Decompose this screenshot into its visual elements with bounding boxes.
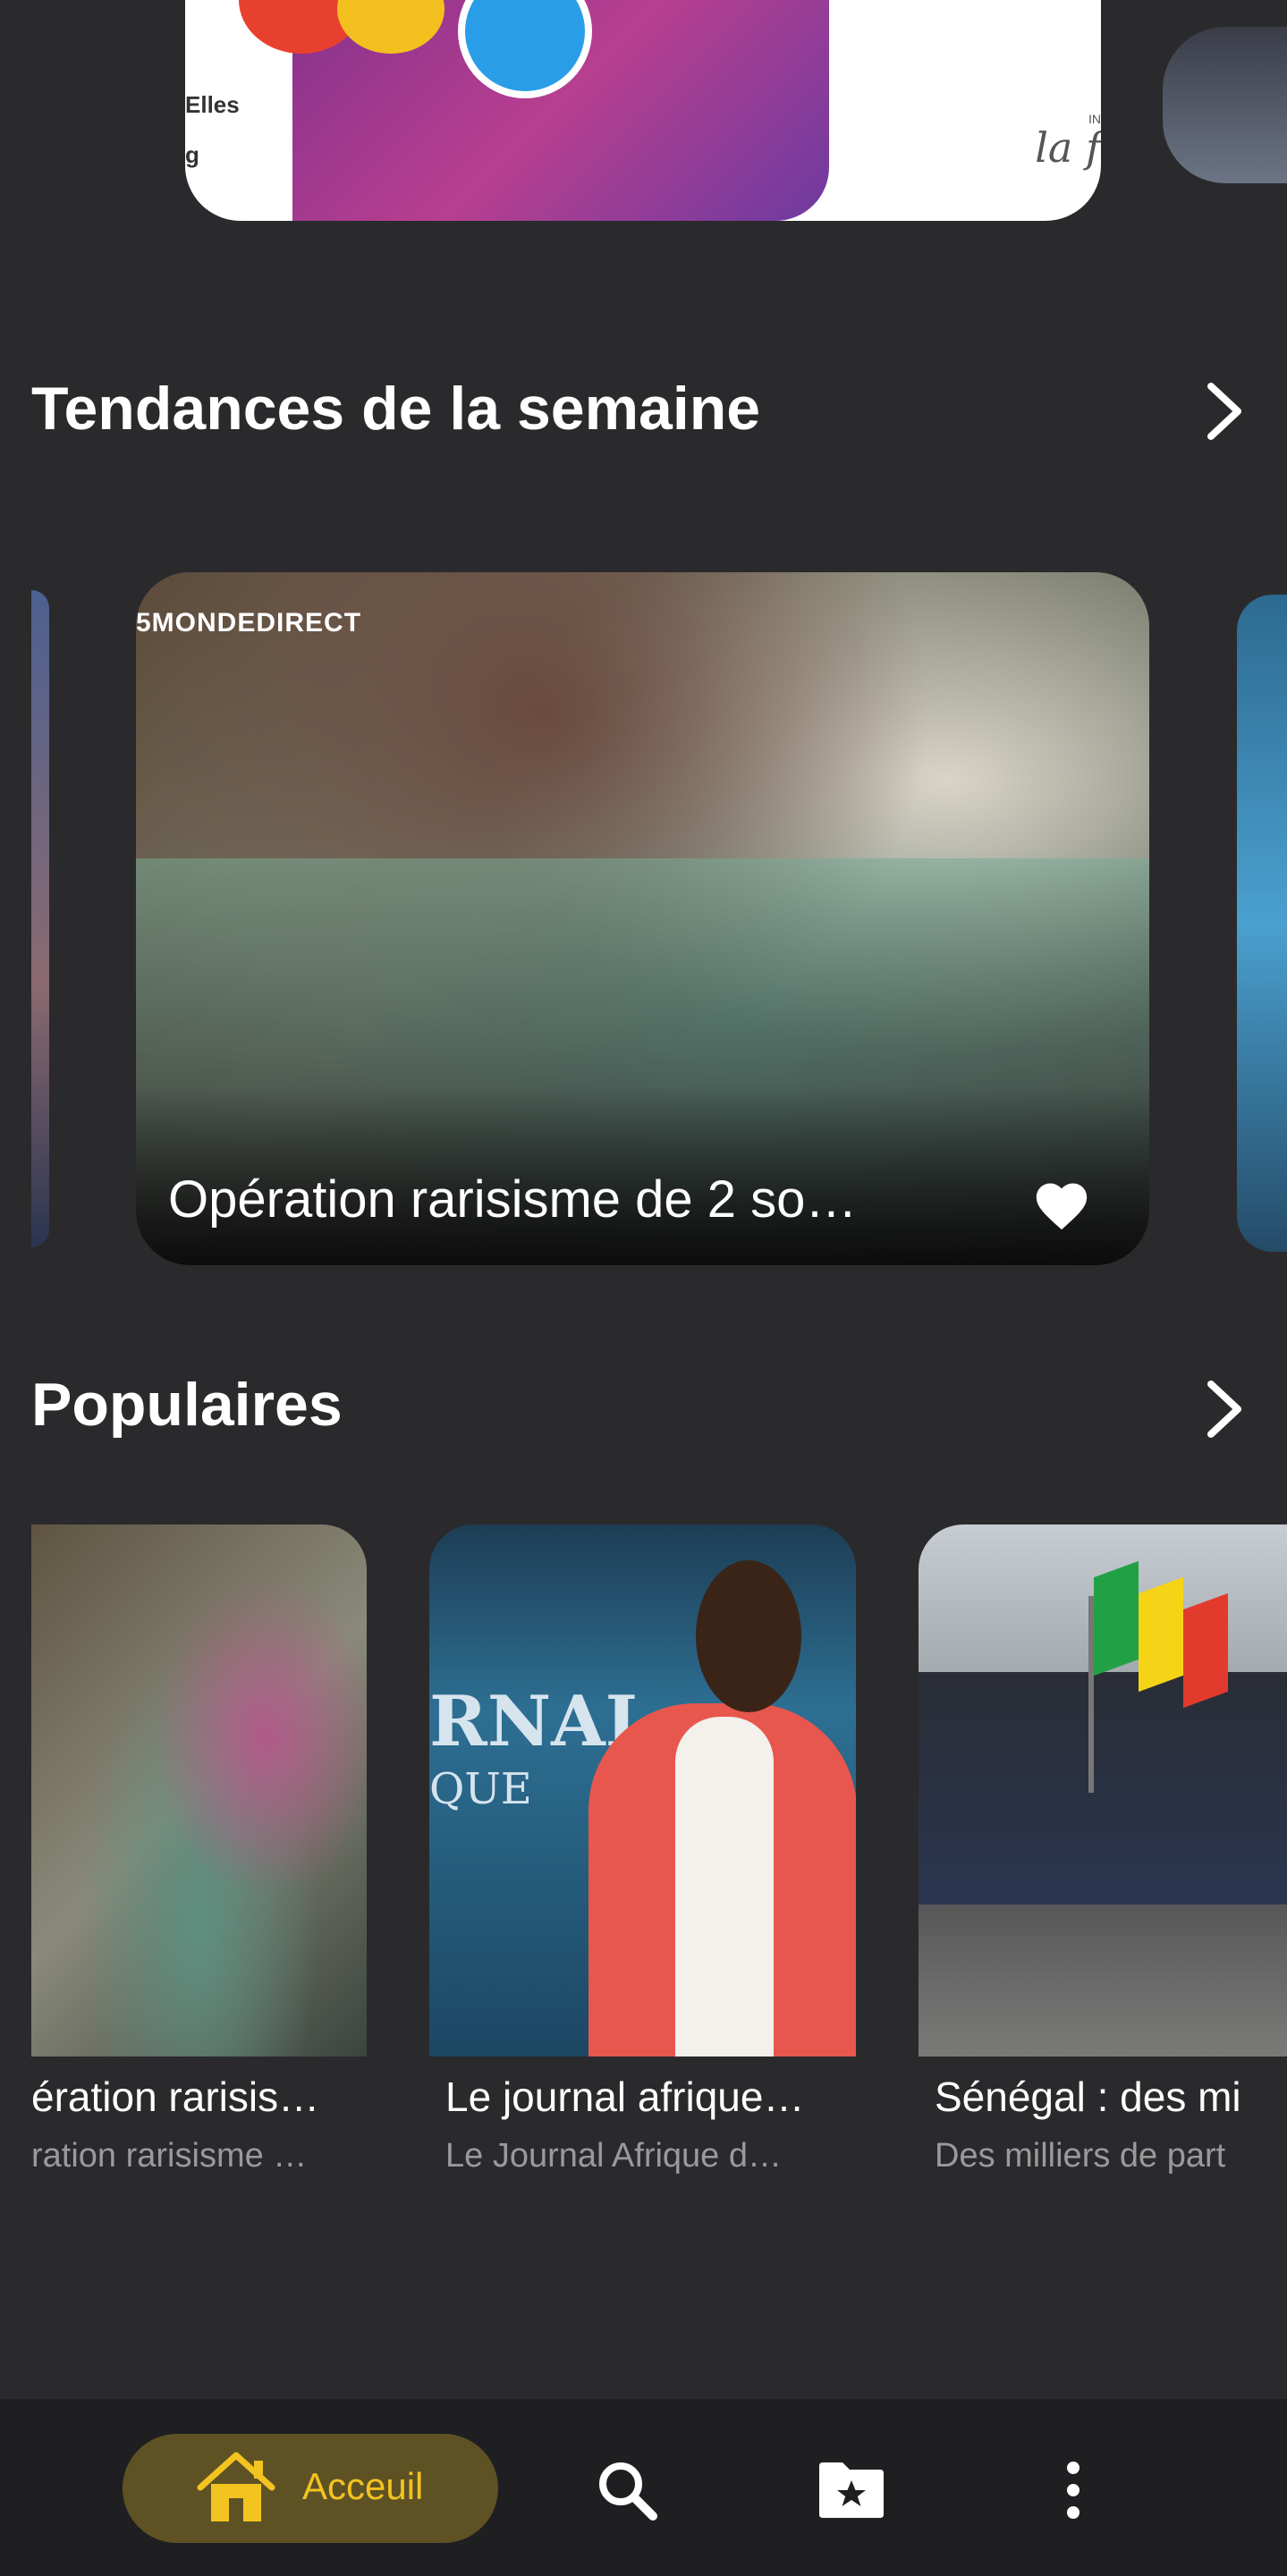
trend-caption: Opération rarisisme de 2 so… [168,1170,858,1229]
home-icon[interactable] [195,2450,277,2527]
popular-item-title[interactable]: Le journal afrique… [445,2073,857,2121]
banner-text-fragment: g [185,141,199,168]
previous-trend-card[interactable] [31,590,49,1247]
popular-item-title[interactable]: Sénégal : des mi [935,2073,1287,2121]
folder-star-icon[interactable] [816,2459,887,2521]
chevron-right-icon[interactable] [1198,1373,1252,1445]
journal-logo-subtext: QUE [429,1764,532,1814]
trend-featured-card[interactable]: 5MONDEDIRECT Opération rarisisme de 2 so… [136,572,1149,1265]
chevron-right-icon[interactable] [1198,376,1252,447]
heart-icon[interactable] [1030,1176,1093,1231]
next-banner-card[interactable] [1163,27,1287,183]
flag-yellow-stripe [1139,1576,1183,1693]
channel-watermark: 5MONDEDIRECT [136,608,362,638]
banner-brand-logo: la f [1035,123,1101,172]
banner-text-elles: Elles [185,91,240,118]
popular-thumbnail[interactable] [919,1524,1287,2057]
popular-thumbnail[interactable]: RNAL QUE [429,1524,856,2057]
popular-item-subtitle: Le Journal Afrique d… [445,2137,783,2175]
nav-home-label[interactable]: Acceuil [302,2465,423,2508]
next-trend-card[interactable] [1237,595,1287,1252]
popular-item-title[interactable]: ération rarisis… [31,2073,367,2121]
section-title-trends: Tendances de la semaine [31,375,761,443]
presenter-head [696,1560,801,1712]
popular-item-subtitle: Des milliers de part [935,2137,1226,2175]
popular-thumbnail[interactable] [31,1524,367,2057]
section-title-popular: Populaires [31,1371,343,1439]
flag-green-stripe [1094,1560,1139,1677]
search-icon[interactable] [594,2457,660,2523]
presenter-shirt [675,1717,774,2057]
flag-red-stripe [1183,1592,1228,1709]
crowd-scene [919,1672,1287,1905]
featured-banner-card[interactable]: Elles g IN la f [185,0,1101,221]
more-vertical-icon[interactable] [1064,2461,1082,2520]
popular-item-subtitle: ration rarisisme … [31,2137,308,2175]
